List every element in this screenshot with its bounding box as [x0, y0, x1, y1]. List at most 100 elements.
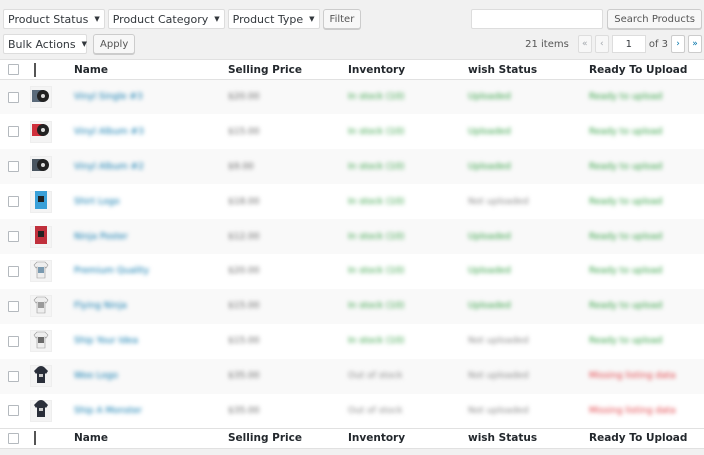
inventory-status: In stock (10): [348, 336, 405, 347]
search-products-button[interactable]: Search Products: [607, 9, 702, 29]
column-ready-to-upload-footer: Ready To Upload: [589, 427, 704, 449]
product-thumbnail[interactable]: [30, 86, 52, 109]
row-checkbox[interactable]: [8, 196, 19, 208]
product-thumbnail[interactable]: [30, 295, 52, 318]
product-thumbnail[interactable]: [30, 225, 52, 248]
tshirt-icon: [33, 261, 49, 282]
product-name-link[interactable]: Premium Quality: [74, 266, 149, 276]
column-ready-to-upload: Ready To Upload: [589, 59, 704, 80]
column-name[interactable]: Name: [74, 59, 228, 80]
column-selling-price[interactable]: Selling Price: [228, 59, 348, 80]
product-category-select[interactable]: Product Category ▼: [107, 9, 225, 29]
wish-status: Not uploaded: [468, 405, 529, 416]
ready-to-upload-status: Ready to upload: [589, 301, 663, 312]
search-input[interactable]: [471, 9, 604, 29]
product-thumbnail[interactable]: [30, 330, 52, 353]
image-column-icon: [34, 62, 36, 77]
column-name-footer[interactable]: Name: [74, 427, 228, 449]
column-wish-status: wish Status: [468, 59, 589, 80]
table-row: Vinyl Album #3 $15.00 In stock (10) Uploade…: [0, 114, 704, 149]
product-thumbnail[interactable]: [30, 120, 52, 143]
row-checkbox[interactable]: [8, 126, 19, 138]
ready-to-upload-status: Ready to upload: [589, 92, 663, 103]
product-name-link[interactable]: Shirt Logo: [74, 197, 120, 207]
table-row: Shirt Logo $18.00 In stock (10) Not uploade…: [0, 184, 704, 219]
column-wish-status-footer: wish Status: [468, 427, 589, 449]
selling-price: $15.00: [228, 336, 260, 347]
filter-bar: Product Status ▼ Product Category ▼ Produc…: [3, 9, 362, 29]
wish-status: Uploaded: [468, 92, 511, 103]
table-footer-row: Name Selling Price Inventory wish Status…: [0, 427, 704, 449]
apply-button[interactable]: Apply: [93, 34, 136, 54]
last-page-button[interactable]: »: [688, 35, 702, 53]
hoodie-icon: [33, 365, 49, 387]
row-checkbox[interactable]: [8, 265, 19, 277]
current-page-input[interactable]: 1: [611, 35, 646, 53]
table-header-row: Name Selling Price Inventory wish Status…: [0, 59, 704, 80]
vinyl-record-icon: [32, 89, 50, 106]
product-name-link[interactable]: Ship A Monster: [74, 406, 142, 416]
inventory-status: In stock (10): [348, 231, 405, 242]
prev-page-button[interactable]: ‹: [594, 35, 609, 53]
column-selling-price-footer[interactable]: Selling Price: [228, 427, 348, 449]
selling-price: $20.00: [228, 92, 260, 103]
product-thumbnail[interactable]: [30, 365, 52, 388]
row-checkbox[interactable]: [8, 91, 19, 103]
wish-status: Uploaded: [468, 231, 511, 242]
wish-status: Not uploaded: [468, 371, 529, 382]
product-type-select[interactable]: Product Type ▼: [227, 9, 320, 29]
row-checkbox[interactable]: [8, 300, 19, 312]
selling-price: $35.00: [228, 405, 260, 416]
product-thumbnail[interactable]: [30, 155, 52, 178]
ready-to-upload-status: Ready to upload: [589, 196, 663, 207]
row-checkbox[interactable]: [8, 370, 19, 382]
ready-to-upload-status: Missing listing data: [589, 405, 676, 416]
wish-status: Uploaded: [468, 301, 511, 312]
tshirt-icon: [33, 331, 49, 352]
table-row: Flying Ninja $15.00 In stock (10) Uploaded R…: [0, 288, 704, 324]
chevron-down-icon: ▼: [94, 15, 100, 23]
inventory-status: Out of stock: [348, 405, 403, 416]
filter-button[interactable]: Filter: [322, 9, 362, 29]
wish-status: Uploaded: [468, 161, 511, 172]
ready-to-upload-status: Ready to upload: [589, 161, 663, 172]
next-page-button[interactable]: ›: [671, 35, 685, 53]
ready-to-upload-status: Ready to upload: [589, 266, 663, 277]
product-name-link[interactable]: Vinyl Album #3: [74, 127, 144, 137]
selling-price: $20.00: [228, 266, 260, 277]
ready-to-upload-status: Ready to upload: [589, 126, 663, 137]
bulk-actions-select[interactable]: Bulk Actions ▼: [3, 34, 87, 54]
select-all-checkbox[interactable]: [8, 64, 19, 75]
product-thumbnail[interactable]: [30, 260, 52, 283]
table-row: Premium Quality $20.00 In stock (10) Upload…: [0, 254, 704, 289]
poster-icon: [35, 191, 47, 212]
table-row: Ship Your Idea $15.00 In stock (10) Not upl…: [0, 324, 704, 359]
product-name-link[interactable]: Ship Your Idea: [74, 336, 138, 346]
row-checkbox[interactable]: [8, 231, 19, 242]
selling-price: $12.00: [228, 231, 260, 242]
row-checkbox[interactable]: [8, 335, 19, 347]
product-name-link[interactable]: Vinyl Album #2: [74, 162, 144, 172]
first-page-button[interactable]: «: [577, 35, 592, 53]
chevron-down-icon: ▼: [81, 40, 88, 48]
hoodie-icon: [33, 400, 49, 421]
wish-status: Not uploaded: [468, 336, 529, 347]
product-thumbnail[interactable]: [30, 399, 52, 422]
product-name-link[interactable]: Flying Ninja: [74, 301, 127, 311]
wish-status: Not uploaded: [468, 196, 529, 207]
product-name-link[interactable]: Woo Logo: [74, 371, 118, 381]
product-status-select[interactable]: Product Status ▼: [3, 9, 105, 29]
product-thumbnail[interactable]: [30, 190, 52, 213]
select-all-checkbox-footer[interactable]: [8, 432, 19, 444]
poster-icon: [35, 226, 47, 247]
row-checkbox[interactable]: [8, 161, 19, 173]
inventory-status: In stock (10): [348, 92, 405, 103]
product-name-link[interactable]: Vinyl Single #3: [74, 92, 143, 102]
tshirt-icon: [33, 296, 49, 317]
chevron-down-icon: ▼: [214, 15, 220, 23]
product-name-link[interactable]: Ninja Poster: [74, 232, 128, 242]
table-row: Woo Logo $35.00 Out of stock Not uploaded Mi…: [0, 358, 704, 394]
inventory-status: In stock (10): [348, 126, 405, 137]
wish-status: Uploaded: [468, 266, 511, 277]
row-checkbox[interactable]: [8, 405, 19, 417]
